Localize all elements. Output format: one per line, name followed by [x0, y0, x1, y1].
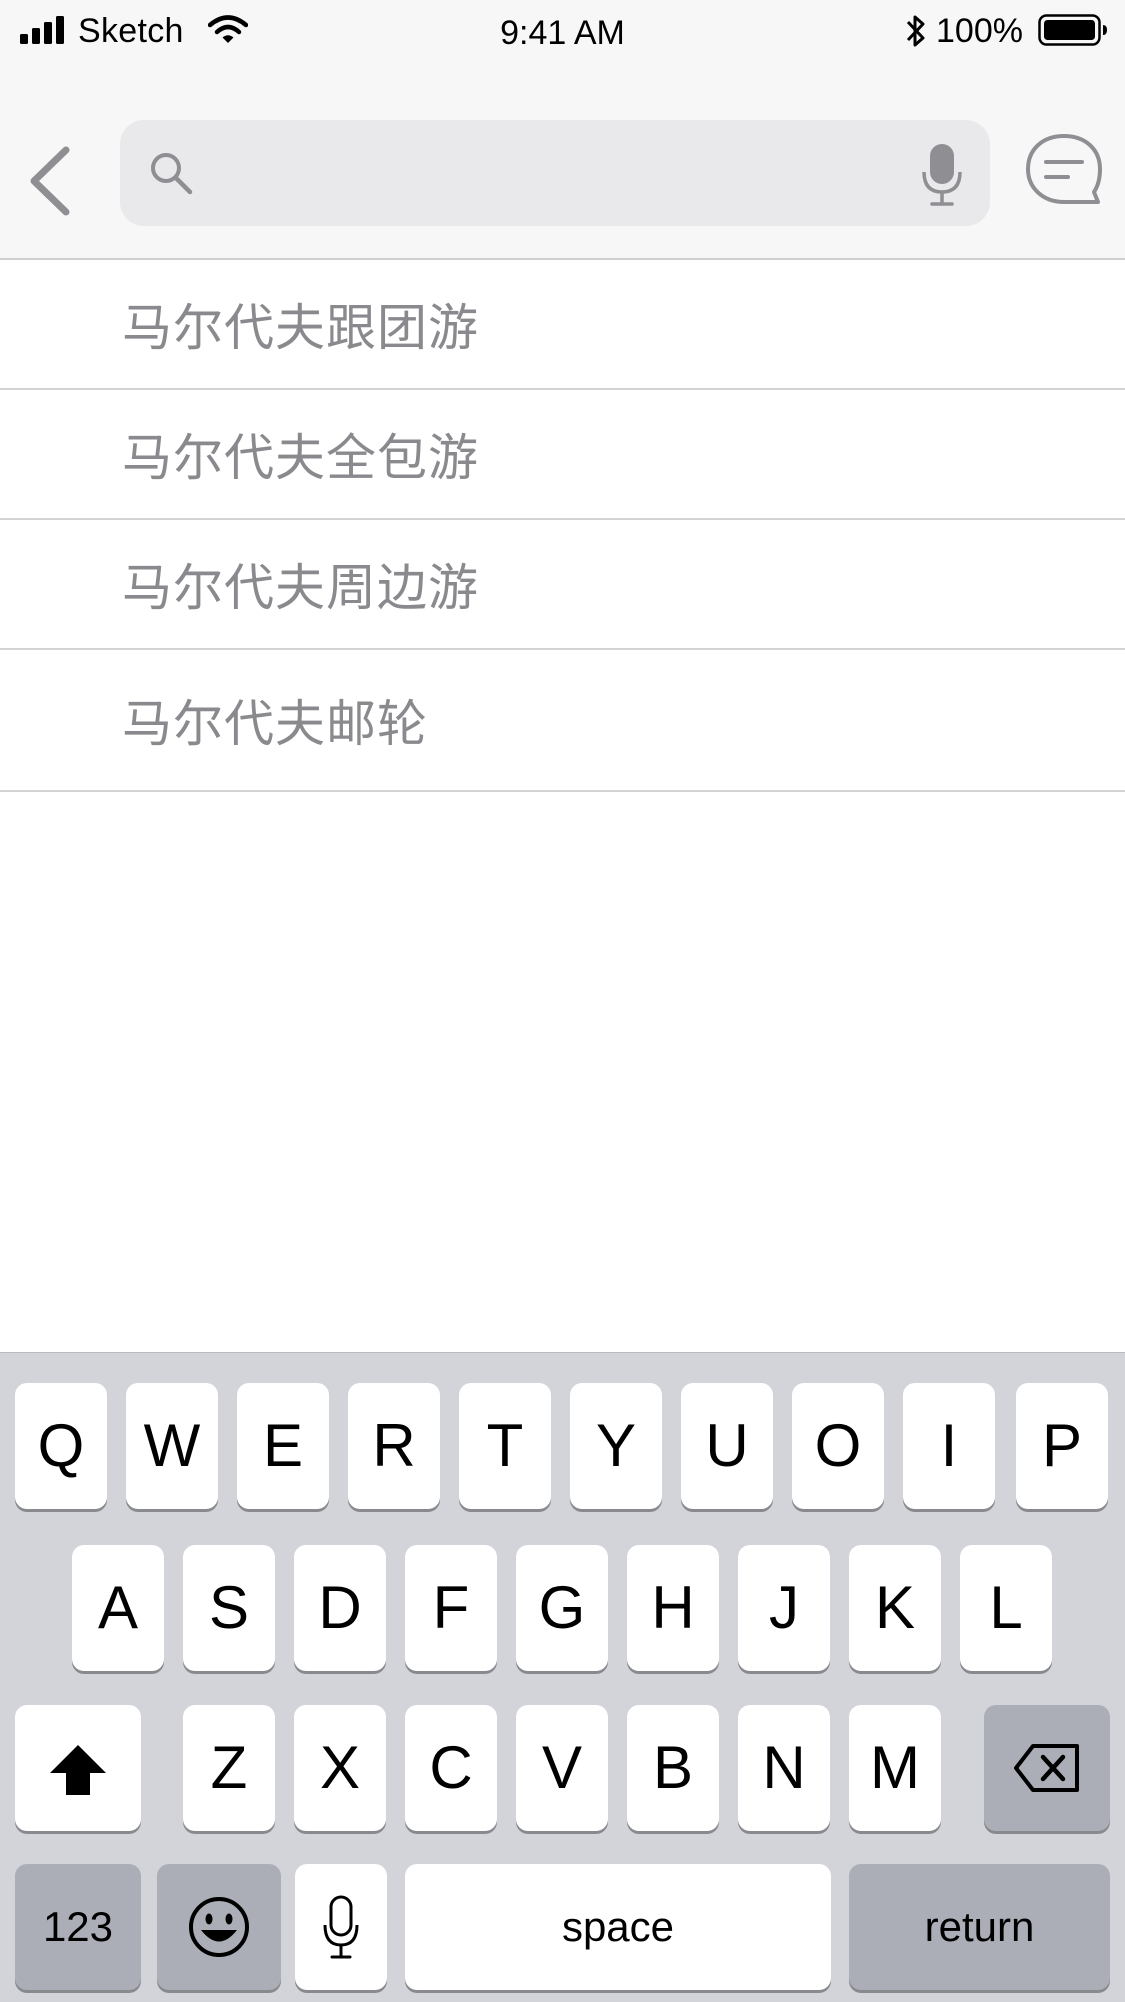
key-m[interactable]: M — [849, 1705, 941, 1831]
key-z[interactable]: Z — [183, 1705, 275, 1831]
emoji-key[interactable] — [157, 1864, 281, 1990]
key-o[interactable]: O — [792, 1383, 884, 1509]
key-d[interactable]: D — [294, 1545, 386, 1671]
message-bubble-icon — [1026, 134, 1102, 204]
microphone-icon[interactable] — [920, 142, 964, 206]
search-input[interactable] — [210, 140, 854, 208]
key-b[interactable]: B — [627, 1705, 719, 1831]
chevron-left-icon — [30, 146, 70, 216]
key-w[interactable]: W — [126, 1383, 218, 1509]
search-header — [0, 66, 1125, 260]
key-y[interactable]: Y — [570, 1383, 662, 1509]
suggestion-item[interactable]: 马尔代夫周边游 — [0, 520, 1125, 650]
key-n[interactable]: N — [738, 1705, 830, 1831]
key-i[interactable]: I — [903, 1383, 995, 1509]
status-bar: Sketch 9:41 AM 100% — [0, 0, 1125, 66]
key-q[interactable]: Q — [15, 1383, 107, 1509]
suggestion-text: 马尔代夫周边游 — [122, 559, 479, 617]
key-e[interactable]: E — [237, 1383, 329, 1509]
battery-icon — [1038, 14, 1107, 46]
numbers-key[interactable]: 123 — [15, 1864, 141, 1990]
search-icon — [151, 153, 193, 195]
key-u[interactable]: U — [681, 1383, 773, 1509]
battery-percentage: 100% — [936, 12, 1023, 50]
key-h[interactable]: H — [627, 1545, 719, 1671]
message-button[interactable] — [1024, 132, 1104, 210]
key-r[interactable]: R — [348, 1383, 440, 1509]
suggestion-item[interactable]: 马尔代夫全包游 — [0, 390, 1125, 520]
emoji-icon — [189, 1897, 249, 1957]
shift-arrow-icon — [50, 1745, 106, 1795]
key-s[interactable]: S — [183, 1545, 275, 1671]
suggestion-text: 马尔代夫邮轮 — [122, 695, 428, 753]
search-field[interactable] — [120, 120, 990, 226]
keyboard: Q W E R T Y U O I P A S D F G H J K L Z … — [0, 1352, 1125, 2002]
back-button[interactable] — [24, 142, 74, 220]
key-c[interactable]: C — [405, 1705, 497, 1831]
key-a[interactable]: A — [72, 1545, 164, 1671]
key-x[interactable]: X — [294, 1705, 386, 1831]
key-f[interactable]: F — [405, 1545, 497, 1671]
key-k[interactable]: K — [849, 1545, 941, 1671]
key-j[interactable]: J — [738, 1545, 830, 1671]
suggestion-item[interactable]: 马尔代夫邮轮 — [0, 650, 1125, 792]
space-key[interactable]: space — [405, 1864, 831, 1990]
shift-key[interactable] — [15, 1705, 141, 1831]
backspace-icon — [1014, 1744, 1079, 1792]
suggestion-item[interactable]: 马尔代夫跟团游 — [0, 260, 1125, 390]
suggestion-text: 马尔代夫跟团游 — [122, 299, 479, 357]
suggestion-text: 马尔代夫全包游 — [122, 429, 479, 487]
key-p[interactable]: P — [1016, 1383, 1108, 1509]
microphone-icon — [323, 1895, 359, 1959]
key-l[interactable]: L — [960, 1545, 1052, 1671]
bluetooth-icon — [906, 15, 925, 47]
dictation-key[interactable] — [295, 1864, 387, 1990]
key-t[interactable]: T — [459, 1383, 551, 1509]
key-v[interactable]: V — [516, 1705, 608, 1831]
return-key[interactable]: return — [849, 1864, 1110, 1990]
suggestion-list: 马尔代夫跟团游 马尔代夫全包游 马尔代夫周边游 马尔代夫邮轮 — [0, 260, 1125, 792]
key-g[interactable]: G — [516, 1545, 608, 1671]
delete-key[interactable] — [984, 1705, 1110, 1831]
